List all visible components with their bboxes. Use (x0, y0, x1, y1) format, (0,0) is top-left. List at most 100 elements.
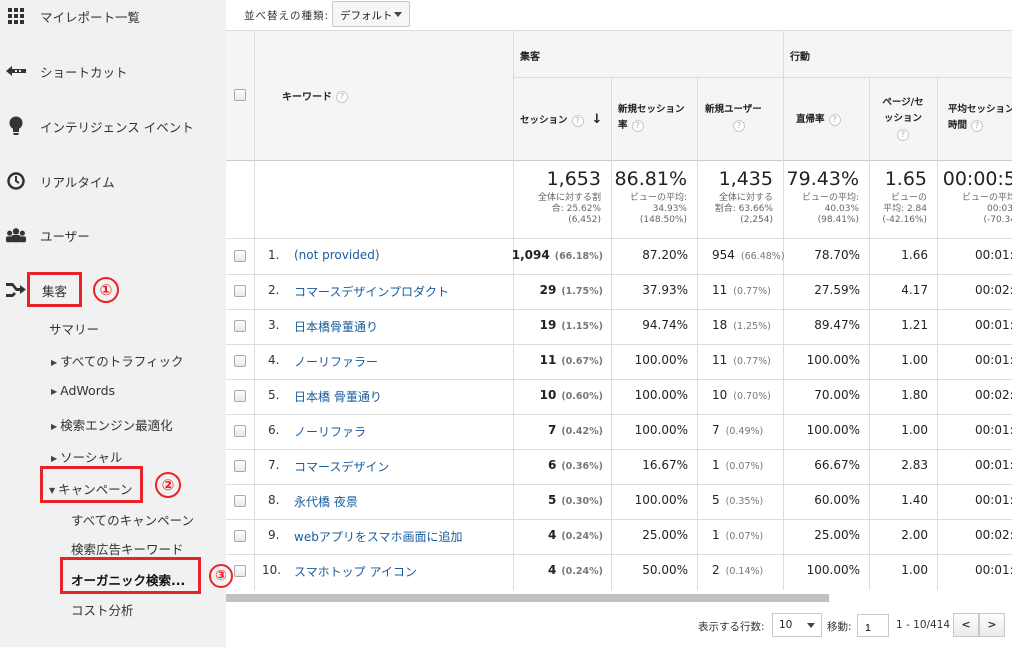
row-checkbox[interactable] (234, 495, 246, 507)
new-session-rate-cell: 37.93% (642, 283, 688, 297)
new-users-cell: 5 (0.35%) (712, 493, 763, 507)
pages-per-session-cell: 1.40 (901, 493, 928, 507)
row-number: 3. (268, 318, 280, 332)
divider (869, 77, 870, 590)
acquisition-icon (6, 280, 26, 300)
column-header-bounce-rate[interactable]: 直帰率? (796, 112, 841, 128)
keyword-link[interactable]: 日本橋骨董通り (294, 318, 378, 335)
column-header-avg-duration[interactable]: 平均セッション 時間? (948, 102, 1012, 134)
bounce-rate-cell: 78.70% (814, 248, 860, 262)
row-checkbox[interactable] (234, 390, 246, 402)
new-session-rate-cell: 100.00% (634, 388, 688, 402)
column-header-sessions[interactable]: セッション? ↓ (520, 112, 602, 129)
sessions-value: 19 (539, 318, 557, 332)
row-checkbox[interactable] (234, 250, 246, 262)
keyword-link[interactable]: コマースデザインプロダクト (294, 283, 449, 300)
sidebar-item-intelligence[interactable]: インテリジェンス イベント (0, 112, 226, 140)
total-value: 1,435 (718, 168, 773, 190)
pages-per-session-cell: 1.00 (901, 353, 928, 367)
horizontal-scrollbar[interactable] (226, 593, 1012, 603)
sidebar-item-all-traffic[interactable]: ▶ すべてのトラフィック (51, 351, 184, 370)
sidebar-item-my-reports[interactable]: マイレポート一覧 (0, 2, 226, 30)
rows-per-page-select[interactable]: 10 (772, 613, 822, 637)
keyword-link[interactable]: スマホトップ アイコン (294, 563, 417, 580)
row-checkbox[interactable] (234, 285, 246, 297)
total-value: 79.43% (786, 168, 859, 190)
sidebar-item-users[interactable]: ユーザー (0, 221, 226, 249)
select-all-checkbox[interactable] (234, 89, 246, 101)
sessions-value: 1,094 (511, 248, 550, 262)
keyword-link[interactable]: 日本橋 骨董通り (294, 388, 382, 405)
new-users-cell: 11 (0.77%) (712, 283, 771, 297)
divider (226, 449, 1012, 450)
sort-type-select[interactable]: デフォルト (332, 1, 410, 27)
keyword-link[interactable]: (not provided) (294, 248, 380, 262)
pages-per-session-cell: 1.00 (901, 563, 928, 577)
users-icon (6, 225, 26, 245)
new-users-value: 11 (712, 353, 728, 367)
sidebar-item-seo[interactable]: ▶ 検索エンジン最適化 (51, 415, 173, 434)
help-icon[interactable]: ? (828, 113, 841, 126)
help-icon[interactable]: ? (631, 119, 644, 132)
sessions-value: 29 (539, 283, 557, 297)
column-header-keyword[interactable]: キーワード? (282, 88, 348, 103)
total-detail: ビューの平均 (961, 193, 1012, 203)
pages-per-session-cell: 1.00 (901, 423, 928, 437)
rows-per-page-label: 表示する行数: (698, 621, 765, 633)
keyword-link[interactable]: ノーリファラー (294, 353, 378, 370)
total-detail: (6,452) (568, 215, 601, 225)
divider (226, 519, 1012, 520)
sort-desc-icon: ↓ (591, 112, 603, 127)
help-icon[interactable]: ? (733, 119, 745, 132)
total-detail: 平均: 2.84 (883, 204, 927, 214)
sidebar-item-summary[interactable]: サマリー (49, 319, 99, 338)
row-checkbox[interactable] (234, 425, 246, 437)
new-session-rate-cell: 94.74% (642, 318, 688, 332)
row-checkbox[interactable] (234, 460, 246, 472)
keyword-link[interactable]: webアプリをスマホ画面に追加 (294, 528, 462, 545)
column-header-new-users[interactable]: 新規ユーザー? (705, 102, 762, 134)
help-icon[interactable]: ? (971, 119, 984, 132)
prev-page-button[interactable]: < (953, 613, 979, 637)
avg-duration-cell: 00:02: (975, 388, 1012, 402)
sessions-cell: 29 (1.75%) (540, 283, 603, 297)
column-header-new-session-rate[interactable]: 新規セッション率? (618, 102, 685, 134)
sessions-cell: 10 (0.60%) (540, 388, 603, 402)
sidebar-item-cost-analysis[interactable]: コスト分析 (71, 600, 134, 619)
column-header-pages-per-session[interactable]: ページ/セ ッション? (879, 95, 927, 143)
toolbar: 並べ替えの種類: デフォルト (226, 0, 1012, 30)
scrollbar-thumb[interactable] (226, 594, 829, 602)
sidebar-item-shortcuts[interactable]: ショートカット (0, 57, 226, 85)
avg-duration-cell: 00:02: (975, 528, 1012, 542)
goto-page-input[interactable] (857, 614, 889, 637)
new-users-percent: (0.77%) (733, 356, 771, 367)
avg-duration-cell: 00:01: (975, 318, 1012, 332)
row-checkbox[interactable] (234, 320, 246, 332)
sidebar-item-social[interactable]: ▶ ソーシャル (51, 447, 122, 466)
help-icon[interactable]: ? (897, 128, 909, 141)
column-header-label: ページ/セ (882, 97, 924, 108)
divider (226, 238, 1012, 239)
help-icon[interactable]: ? (336, 91, 348, 103)
new-session-rate-cell: 25.00% (642, 528, 688, 542)
total-detail: (-70.34 (983, 215, 1012, 225)
sidebar: マイレポート一覧 ショートカット インテリジェンス イベント リアルタイム ユー… (0, 0, 233, 647)
row-checkbox[interactable] (234, 565, 246, 577)
sidebar-item-adwords[interactable]: ▶ AdWords (51, 383, 115, 398)
sidebar-item-realtime[interactable]: リアルタイム (0, 167, 226, 195)
row-checkbox[interactable] (234, 530, 246, 542)
avg-duration-cell: 00:01: (975, 493, 1012, 507)
sidebar-item-all-campaigns[interactable]: すべてのキャンペーン (71, 510, 194, 529)
keyword-link[interactable]: ノーリファラ (294, 423, 366, 440)
new-users-value: 5 (712, 493, 720, 507)
new-users-percent: (0.49%) (725, 426, 764, 437)
keyword-link[interactable]: コマースデザイン (294, 458, 389, 475)
sidebar-item-paid-keywords[interactable]: 検索広告キーワード (71, 539, 184, 558)
next-page-button[interactable]: > (979, 613, 1005, 637)
sessions-percent: (0.36%) (561, 461, 603, 472)
help-icon[interactable]: ? (571, 114, 584, 127)
keyword-link[interactable]: 永代橋 夜景 (294, 493, 358, 510)
sessions-value: 11 (539, 353, 557, 367)
row-checkbox[interactable] (234, 355, 246, 367)
total-detail: (2,254) (740, 215, 773, 225)
